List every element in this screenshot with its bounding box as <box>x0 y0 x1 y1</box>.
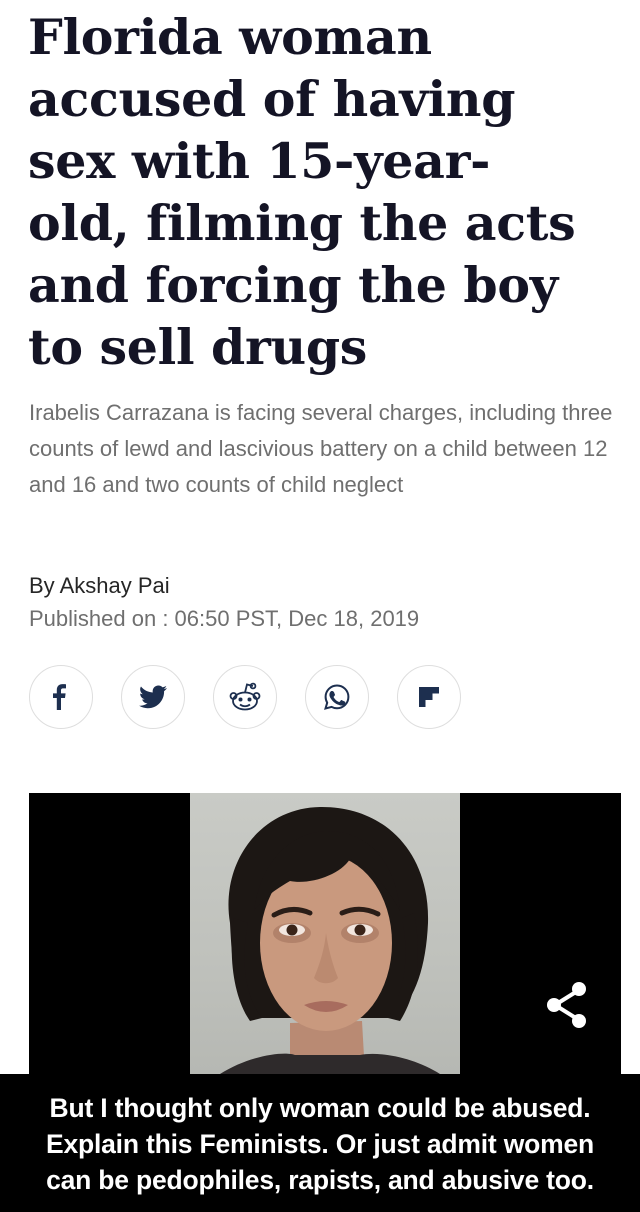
headline-line: to sell drugs <box>28 318 368 376</box>
caption-line: Explain this Feminists. Or just admit wo… <box>45 1129 594 1159</box>
twitter-share-button[interactable] <box>121 665 185 729</box>
headline-line: and forcing the boy <box>28 256 558 314</box>
headline: Florida woman accused of having sex with… <box>28 6 628 378</box>
share-buttons <box>29 665 461 733</box>
whatsapp-share-button[interactable] <box>305 665 369 729</box>
headline-line: accused of having <box>28 70 516 128</box>
headline-line: old, filming the acts <box>28 194 576 252</box>
flipboard-icon <box>419 687 439 707</box>
flipboard-share-button[interactable] <box>397 665 461 729</box>
caption-line: But I thought only woman could be abused… <box>49 1093 591 1123</box>
share-icon <box>547 982 586 1028</box>
headline-line: sex with 15-year- <box>28 132 491 190</box>
article-photo[interactable] <box>29 793 621 1074</box>
portrait-illustration <box>220 806 440 1074</box>
mugshot-image <box>190 793 460 1074</box>
facebook-icon <box>53 684 66 710</box>
twitter-icon <box>139 685 167 709</box>
reddit-icon <box>229 682 261 711</box>
meme-caption-bar: But I thought only woman could be abused… <box>0 1074 640 1212</box>
caption-line: can be pedophiles, rapists, and abusive … <box>46 1165 594 1195</box>
whatsapp-icon <box>324 684 350 710</box>
article-subtitle: Irabelis Carrazana is facing several cha… <box>29 400 613 497</box>
meme-caption: But I thought only woman could be abused… <box>0 1090 640 1198</box>
author-byline[interactable]: By Akshay Pai <box>29 570 170 602</box>
photo-share-button[interactable] <box>537 975 597 1035</box>
reddit-share-button[interactable] <box>213 665 277 729</box>
publish-date: Published on : 06:50 PST, Dec 18, 2019 <box>29 606 420 631</box>
article: Florida woman accused of having sex with… <box>0 0 640 1074</box>
headline-line: Florida woman <box>28 8 432 66</box>
facebook-share-button[interactable] <box>29 665 93 729</box>
